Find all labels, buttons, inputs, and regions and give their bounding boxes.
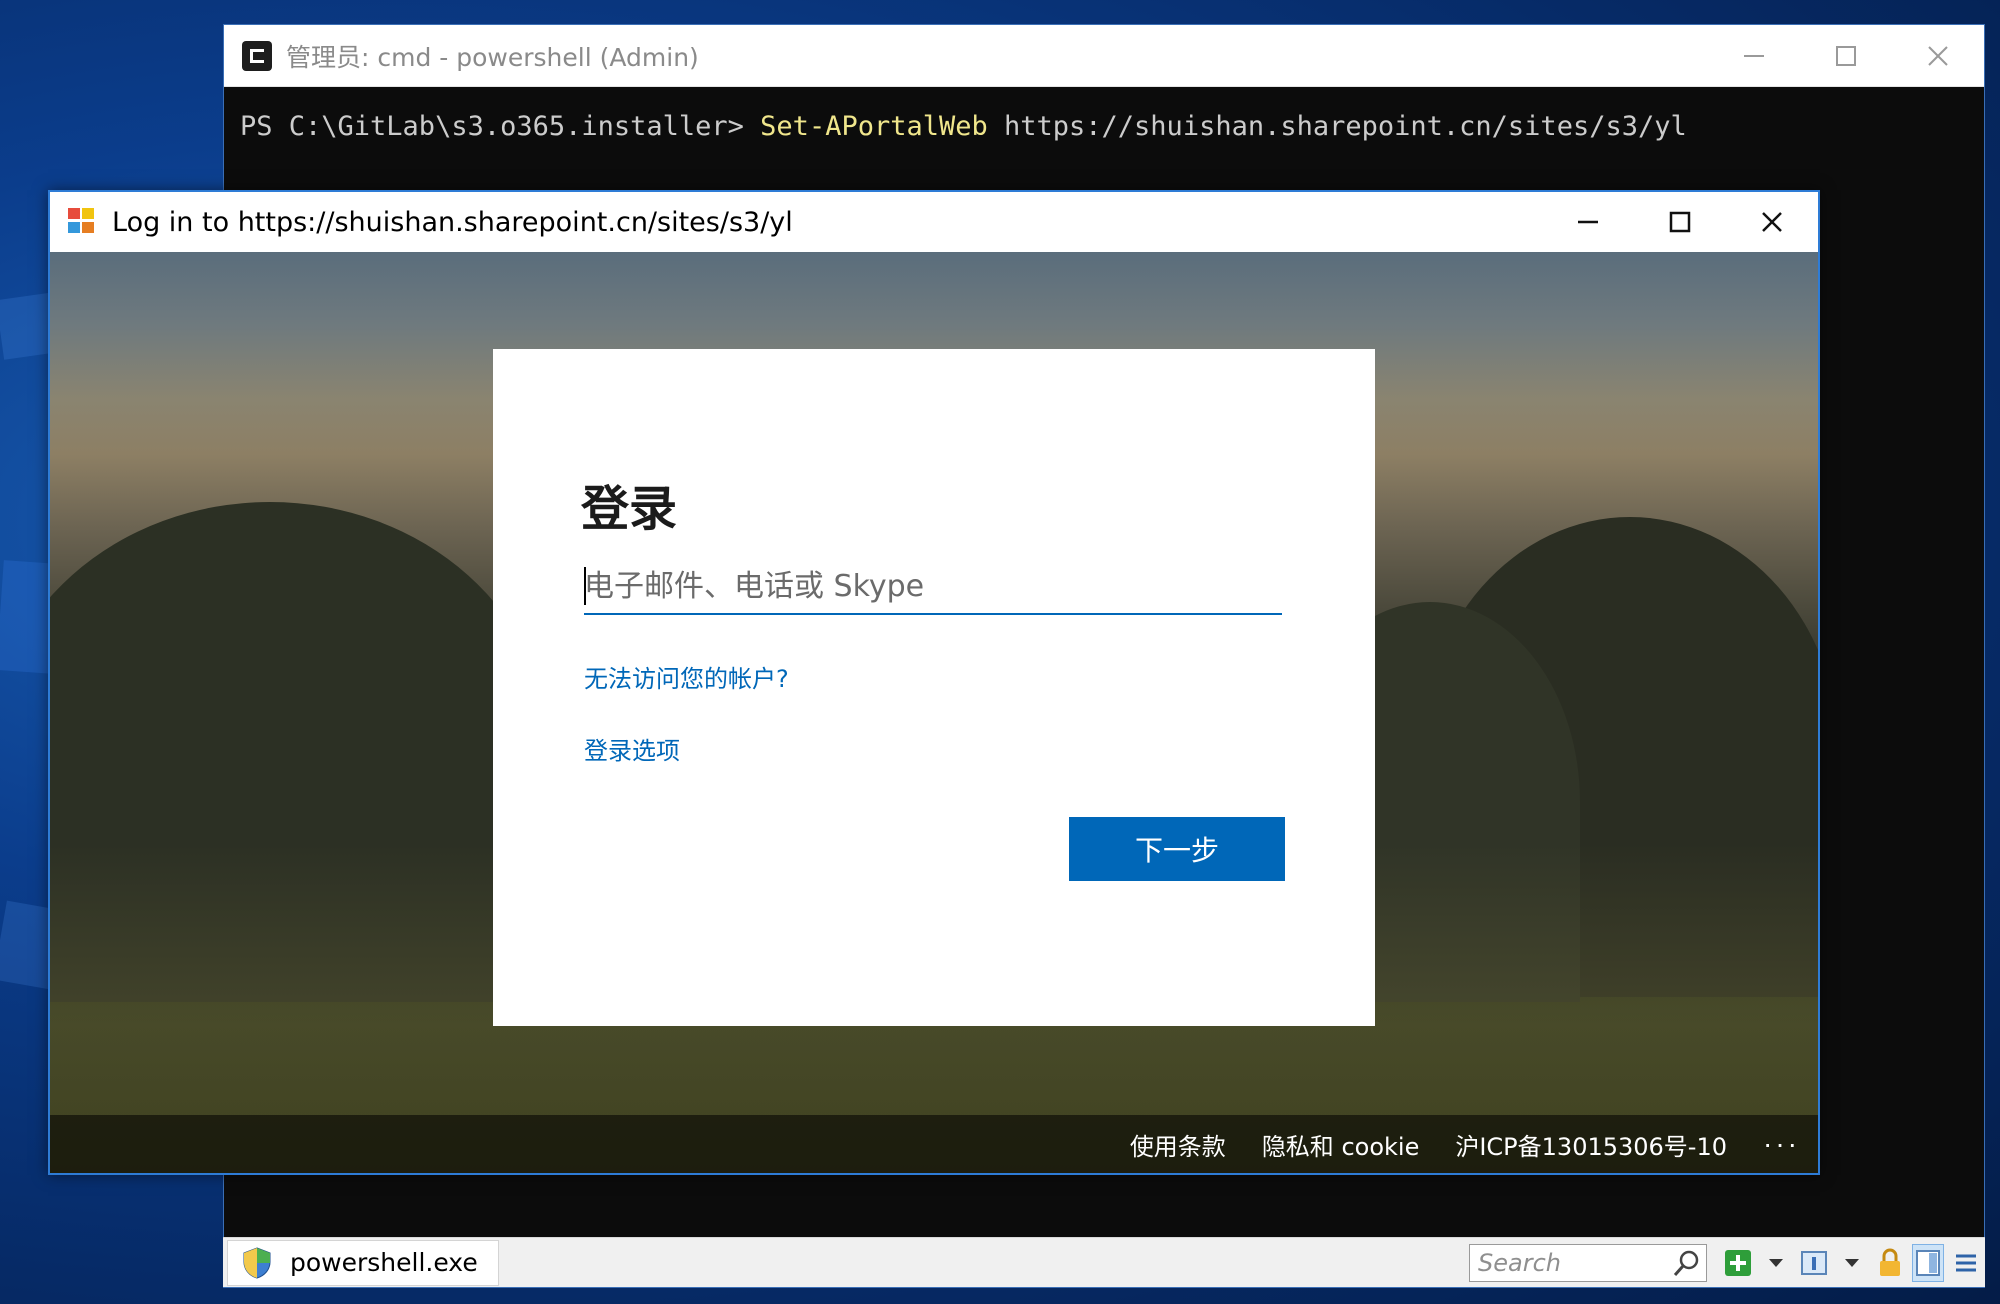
- close-button[interactable]: [1892, 25, 1984, 86]
- console-argument: https://shuishan.sharepoint.cn/sites/s3/…: [987, 111, 1687, 142]
- login-titlebar[interactable]: Log in to https://shuishan.sharepoint.cn…: [50, 192, 1818, 252]
- process-item[interactable]: powershell.exe: [227, 1239, 499, 1286]
- lock-icon: [1880, 1248, 1900, 1276]
- minimize-icon: [1578, 220, 1598, 224]
- powershell-title: 管理员: cmd - powershell (Admin): [286, 42, 699, 72]
- uac-shield-icon: [243, 1246, 271, 1279]
- powershell-titlebar[interactable]: 管理员: cmd - powershell (Admin): [224, 25, 1984, 87]
- icp-license-link[interactable]: 沪ICP备13015306号-10: [1455, 1127, 1727, 1162]
- panel-icon: [1916, 1249, 1940, 1276]
- status-bar: powershell.exe: [223, 1237, 1985, 1287]
- process-name: powershell.exe: [290, 1248, 478, 1277]
- minimize-button[interactable]: [1542, 192, 1634, 252]
- signin-options-link[interactable]: 登录选项: [584, 731, 680, 766]
- add-icon: [1725, 1249, 1751, 1276]
- console-command-line: PS C:\GitLab\s3.o365.installer> Set-APor…: [240, 111, 1687, 142]
- next-button[interactable]: 下一步: [1069, 817, 1285, 881]
- powershell-app-icon[interactable]: [242, 40, 272, 71]
- terms-of-use-link[interactable]: 使用条款: [1130, 1127, 1226, 1162]
- minimize-button[interactable]: [1708, 25, 1800, 86]
- add-dropdown-button[interactable]: [1760, 1244, 1792, 1282]
- panel-toggle-button[interactable]: [1912, 1243, 1944, 1282]
- more-options-button[interactable]: ···: [1763, 1128, 1800, 1160]
- view-icon: [1801, 1250, 1827, 1275]
- maximize-icon: [1836, 45, 1856, 66]
- maximize-icon: [1669, 211, 1691, 233]
- text-caret: [584, 567, 586, 605]
- login-footer: 使用条款 隐私和 cookie 沪ICP备13015306号-10 ···: [50, 1115, 1818, 1173]
- menu-icon: [1956, 1254, 1976, 1271]
- search-input[interactable]: [1470, 1244, 1706, 1281]
- privacy-cookies-link[interactable]: 隐私和 cookie: [1262, 1127, 1420, 1162]
- add-button[interactable]: [1722, 1244, 1754, 1282]
- signin-heading: 登录: [581, 481, 678, 537]
- chevron-down-icon: [1845, 1258, 1859, 1267]
- lock-button[interactable]: [1874, 1244, 1906, 1282]
- login-window-controls: [1542, 192, 1818, 252]
- login-background: 登录 无法访问您的帐户? 登录选项 下一步 使用条款 隐私和 cookie 沪I…: [50, 252, 1818, 1173]
- close-icon: [1928, 45, 1948, 66]
- email-input[interactable]: [584, 559, 1282, 615]
- menu-button[interactable]: [1950, 1244, 1982, 1282]
- view-dropdown-button[interactable]: [1836, 1244, 1868, 1282]
- console-cmdlet: Set-APortalWeb: [760, 111, 988, 142]
- close-button[interactable]: [1726, 192, 1818, 252]
- view-button[interactable]: [1798, 1244, 1830, 1282]
- console-prompt: PS C:\GitLab\s3.o365.installer>: [240, 111, 761, 142]
- login-card: 登录 无法访问您的帐户? 登录选项 下一步: [493, 349, 1375, 1026]
- minimize-icon: [1744, 54, 1764, 57]
- search-box: [1469, 1243, 1707, 1282]
- maximize-button[interactable]: [1634, 192, 1726, 252]
- search-icon[interactable]: [1672, 1248, 1702, 1278]
- status-toolbar: [1469, 1238, 1985, 1287]
- powershell-window-controls: [1708, 25, 1984, 86]
- close-icon: [1762, 212, 1782, 232]
- maximize-button[interactable]: [1800, 25, 1892, 86]
- chevron-down-icon: [1769, 1258, 1783, 1267]
- login-window: Log in to https://shuishan.sharepoint.cn…: [48, 190, 1820, 1175]
- login-window-title: Log in to https://shuishan.sharepoint.cn…: [112, 206, 793, 238]
- login-app-icon[interactable]: [68, 208, 98, 236]
- cant-access-account-link[interactable]: 无法访问您的帐户?: [584, 659, 789, 694]
